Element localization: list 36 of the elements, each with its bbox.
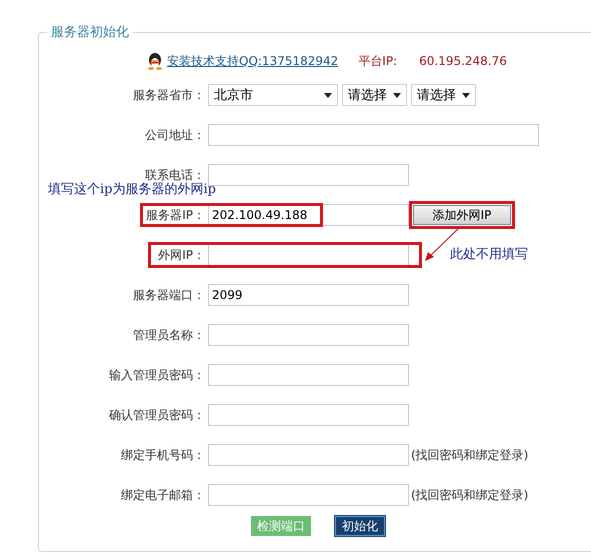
add-ip-button[interactable]: 添加外网IP [413, 205, 511, 225]
field-label: 联系电话： [144, 166, 206, 182]
dropdown[interactable]: 北京市 [208, 84, 338, 106]
field-label: 服务器端口： [132, 286, 206, 304]
panel-title: 服务器初始化 [47, 23, 133, 41]
penguin-icon [147, 52, 163, 70]
annotation-text: 填写这个ip为服务器的外网ip [48, 181, 216, 198]
field-label: 绑定电子邮箱： [120, 486, 206, 504]
field-label: 外网IP： [157, 246, 206, 264]
field-label: 服务器IP： [145, 206, 206, 224]
input-field[interactable] [208, 244, 409, 266]
initialize-button[interactable]: 初始化 [335, 516, 385, 536]
field-hint: (找回密码和绑定登录) [411, 486, 528, 504]
input-field[interactable] [208, 404, 409, 426]
input-field[interactable]: 2099 [208, 284, 409, 306]
dropdown[interactable]: 请选择 [342, 84, 407, 106]
input-field[interactable] [208, 324, 409, 346]
caret-icon [324, 92, 332, 98]
input-field[interactable] [208, 484, 409, 506]
field-label: 服务器省市： [132, 86, 206, 104]
caret-icon [393, 92, 401, 98]
caret-icon [462, 92, 470, 98]
input-field[interactable] [208, 364, 409, 386]
input-field[interactable] [208, 444, 409, 466]
platform-ip-value: 60.195.248.76 [419, 54, 507, 68]
support-link[interactable]: 安装技术支持QQ:1375182942 [167, 52, 338, 70]
field-label: 管理员名称： [132, 326, 206, 344]
input-field[interactable] [208, 124, 539, 146]
dropdown[interactable]: 请选择 [411, 84, 476, 106]
field-label: 输入管理员密码： [108, 366, 206, 384]
field-label: 确认管理员密码： [108, 406, 206, 424]
field-label: 公司地址： [144, 126, 206, 144]
platform-ip-label: 平台IP: [358, 52, 398, 70]
field-hint: (找回密码和绑定登录) [411, 446, 528, 464]
annotation-text: 此处不用填写 [450, 246, 528, 263]
field-label: 绑定手机号码： [120, 446, 206, 464]
